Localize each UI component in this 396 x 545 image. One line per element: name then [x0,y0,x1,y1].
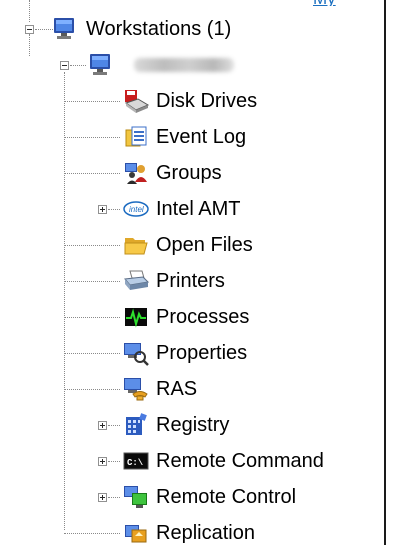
tree-node-workstations[interactable]: Workstations (1) [52,14,231,44]
tree-item-event-log[interactable]: Event Log [122,122,246,152]
redacted-computer-name [134,58,234,72]
expand-toggle[interactable] [98,493,107,502]
tree-line [64,281,120,282]
tree-line [29,0,30,22]
expand-toggle[interactable] [98,421,107,430]
svg-text:C:\: C:\ [127,458,144,468]
groups-icon [122,159,150,187]
registry-icon [122,411,150,439]
tree-item-registry[interactable]: Registry [122,410,229,440]
tree-node-label: Workstations (1) [86,18,232,40]
tree-item-label: Open Files [156,234,253,256]
top-link[interactable]: My [313,0,336,6]
tree-line [35,29,53,30]
expand-toggle[interactable] [98,457,107,466]
collapse-toggle[interactable] [60,61,69,70]
event-log-icon [122,123,150,151]
panel-border [384,0,386,545]
tree-item-label: Groups [156,162,222,184]
printer-icon [122,267,150,295]
tree-item-disk-drives[interactable]: Disk Drives [122,86,257,116]
tree-line [108,497,120,498]
tree-item-remote-control[interactable]: Remote Control [122,482,296,512]
tree-item-label: Registry [156,414,230,436]
tree-item-label: Properties [156,342,248,364]
tree-item-label: Intel AMT [156,198,241,220]
properties-icon [122,339,150,367]
tree-item-intel-amt[interactable]: intel Intel AMT [122,194,240,224]
collapse-toggle[interactable] [25,25,34,34]
expand-toggle[interactable] [98,205,107,214]
tree-item-groups[interactable]: Groups [122,158,222,188]
tree-line [29,34,30,56]
remote-control-icon [122,483,150,511]
tree-line [64,245,120,246]
tree-item-processes[interactable]: Processes [122,302,249,332]
tree-item-label: Remote Control [156,486,297,508]
processes-icon [122,303,150,331]
tree-item-label: Remote Command [156,450,324,472]
tree-item-properties[interactable]: Properties [122,338,247,368]
tree-line [108,461,120,462]
monitor-icon [88,51,116,79]
tree-line [64,389,120,390]
folder-open-icon [122,231,150,259]
tree-item-open-files[interactable]: Open Files [122,230,253,260]
tree-node-computer[interactable] [88,50,234,80]
intel-icon: intel [122,195,150,223]
tree-item-label: Event Log [156,126,247,148]
tree-item-label: RAS [156,378,198,400]
tree-line [64,353,120,354]
tree-line [108,425,120,426]
command-prompt-icon: C:\ [122,447,150,475]
disk-drive-icon [122,87,150,115]
tree-line [64,72,65,530]
tree-item-replication[interactable]: Replication [122,518,255,545]
tree-item-printers[interactable]: Printers [122,266,225,296]
tree-line [108,209,120,210]
tree-item-remote-command[interactable]: C:\ Remote Command [122,446,324,476]
monitor-icon [52,15,80,43]
svg-text:intel: intel [129,205,144,214]
tree-item-label: Disk Drives [156,90,258,112]
tree-line [64,317,120,318]
tree-line [64,137,120,138]
tree-line [64,533,120,534]
tree-line [64,101,120,102]
tree-item-label: Replication [156,522,255,544]
tree-item-label: Processes [156,306,250,328]
ras-icon [122,375,150,403]
tree-line [70,65,86,66]
tree-line [64,173,120,174]
tree-item-ras[interactable]: RAS [122,374,197,404]
tree-item-label: Printers [156,270,225,292]
replication-icon [122,519,150,545]
